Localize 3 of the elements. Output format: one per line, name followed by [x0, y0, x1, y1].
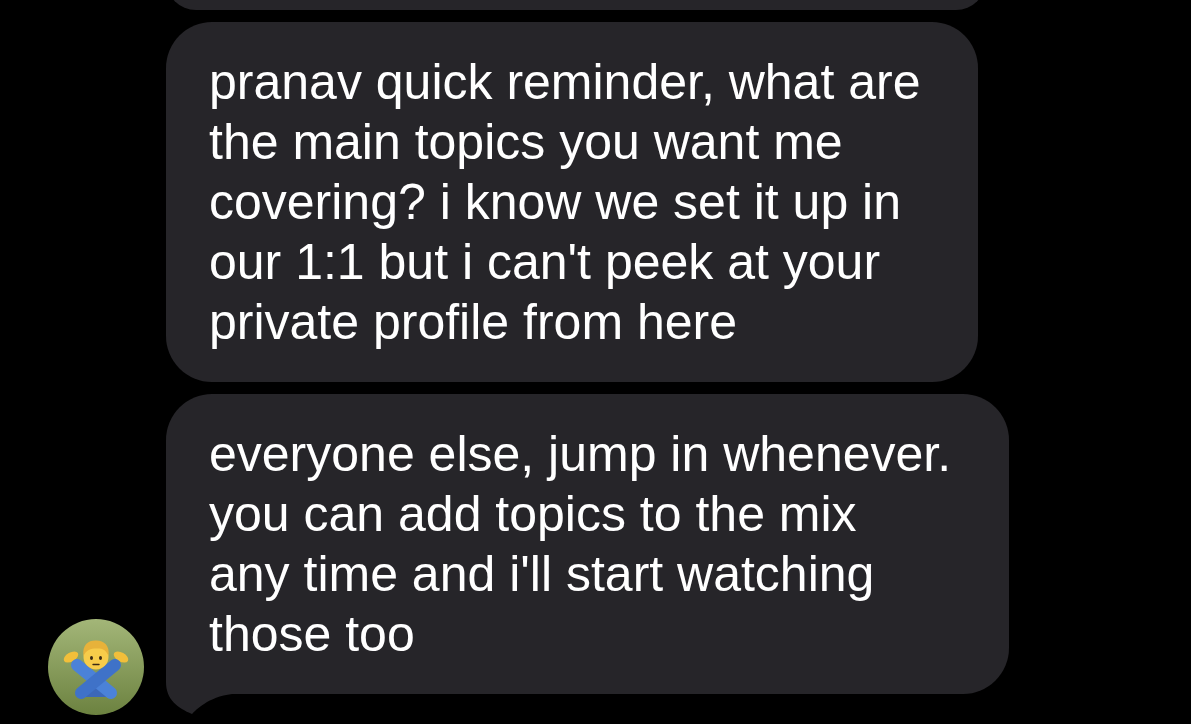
message-text: pranav quick reminder, what are the main topics you want me covering? i know we set it up in our 1:1 but i can't peek at your private profile from here: [209, 53, 921, 352]
avatar-icon: [48, 619, 144, 715]
message-text: everyone else, jump in whenever. you can add topics to the mix any time and i'll start watching those too: [209, 425, 952, 664]
